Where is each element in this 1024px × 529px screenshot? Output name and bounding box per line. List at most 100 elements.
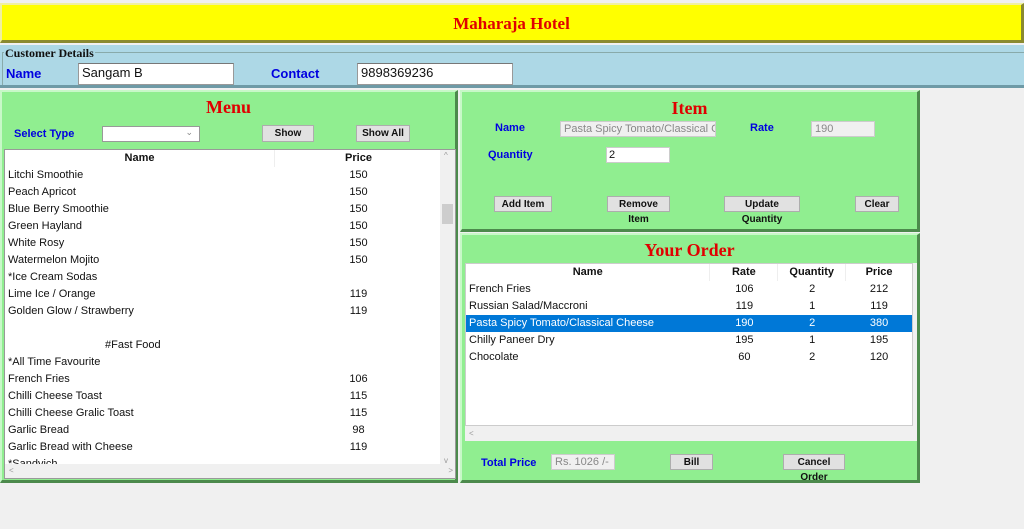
menu-row[interactable]: Golden Glow / Strawberry 119: [5, 303, 455, 320]
menu-row[interactable]: Blue Berry Smoothie 150: [5, 201, 455, 218]
order-row-rate: 60: [738, 351, 751, 363]
order-row-price: 119: [870, 300, 888, 312]
menu-row[interactable]: Lime Ice / Orange 119: [5, 286, 455, 303]
scroll-left-icon[interactable]: <: [469, 429, 474, 438]
menu-row-price: 119: [349, 305, 368, 317]
scroll-right-icon[interactable]: >: [448, 466, 453, 475]
menu-row-price: 150: [349, 186, 368, 198]
order-row-qty: 2: [809, 351, 816, 363]
contact-input[interactable]: 9898369236: [357, 63, 513, 85]
menu-row-name: Chilli Cheese Gralic Toast: [8, 407, 134, 419]
order-row[interactable]: Russian Salad/Maccroni 119 1 119: [466, 298, 912, 315]
menu-row[interactable]: Peach Apricot 150: [5, 184, 455, 201]
menu-row-name: Lime Ice / Orange: [8, 288, 96, 300]
menu-col-price[interactable]: Price: [275, 150, 442, 167]
order-row-qty: 2: [809, 317, 816, 329]
menu-row[interactable]: *Ice Cream Sodas: [5, 269, 455, 286]
clear-button[interactable]: Clear: [855, 196, 899, 212]
menu-row[interactable]: #Fast Food: [5, 337, 455, 354]
menu-row-price: [275, 337, 442, 354]
order-table-body: Name Rate Quantity Price French Fries 106…: [465, 263, 913, 426]
menu-vertical-scrollbar[interactable]: ^ v: [440, 150, 455, 466]
menu-row-price: 150: [349, 169, 368, 181]
cancel-order-button[interactable]: Cancel Order: [783, 454, 845, 483]
order-row-price: 212: [869, 283, 889, 295]
order-row[interactable]: Pasta Spicy Tomato/Classical Cheese 190 2 3…: [466, 315, 912, 332]
add-item-button[interactable]: Add Item: [494, 196, 552, 212]
order-row-name: French Fries: [469, 283, 531, 295]
order-row-name: Russian Salad/Maccroni: [469, 300, 588, 312]
menu-row-name: *Ice Cream Sodas: [8, 271, 98, 283]
order-row[interactable]: Chocolate 60 2 120: [466, 349, 912, 366]
menu-row[interactable]: [5, 320, 455, 337]
menu-row[interactable]: Watermelon Mojito 150: [5, 252, 455, 269]
customer-name-input[interactable]: Sangam B: [78, 63, 234, 85]
order-table-header: Name Rate Quantity Price: [466, 264, 912, 281]
total-price-label: Total Price: [481, 457, 537, 469]
menu-row-name: Garlic Bread with Cheese: [8, 441, 133, 453]
menu-row-price: 115: [349, 390, 368, 402]
menu-row-price: [275, 269, 442, 286]
remove-item-button[interactable]: Remove Item: [607, 196, 670, 225]
menu-row-name: Green Hayland: [8, 220, 82, 232]
menu-horizontal-scrollbar[interactable]: < >: [5, 464, 455, 478]
customer-name-label: Name: [6, 66, 42, 81]
menu-row[interactable]: Chilli Cheese Toast 115: [5, 388, 455, 405]
order-row-qty: 1: [809, 300, 816, 312]
order-rows: French Fries 106 2 212 Russian Salad/Maccron…: [466, 281, 912, 366]
menu-row[interactable]: Garlic Bread 98: [5, 422, 455, 439]
menu-row-price: 115: [349, 407, 368, 419]
item-name-field[interactable]: Pasta Spicy Tomato/Classical C: [560, 121, 716, 137]
scroll-left-icon[interactable]: <: [9, 466, 14, 475]
menu-row[interactable]: Litchi Smoothie 150: [5, 167, 455, 184]
menu-row-name: Chilli Cheese Toast: [8, 390, 102, 402]
menu-row-price: 119: [349, 288, 368, 300]
menu-row-price: 150: [349, 254, 368, 266]
menu-row[interactable]: Garlic Bread with Cheese 119: [5, 439, 455, 456]
scroll-up-icon[interactable]: ^: [444, 151, 448, 160]
select-type-dropdown[interactable]: ⌄: [102, 126, 200, 142]
menu-row-name: White Rosy: [8, 237, 65, 249]
order-col-price[interactable]: Price: [846, 264, 912, 281]
contact-label: Contact: [271, 66, 320, 81]
bill-button[interactable]: Bill: [670, 454, 713, 470]
show-all-button[interactable]: Show All: [356, 125, 410, 142]
menu-col-name[interactable]: Name: [5, 150, 275, 167]
menu-table: Name Price Litchi Smoothie 150 Peach Apric…: [4, 149, 456, 479]
order-row-name: Chocolate: [469, 351, 519, 363]
order-title: Your Order: [644, 240, 735, 260]
order-row-price: 380: [869, 317, 889, 329]
menu-row[interactable]: *All Time Favourite: [5, 354, 455, 371]
order-horizontal-scrollbar[interactable]: <: [465, 427, 917, 441]
order-row-price: 195: [869, 334, 889, 346]
order-row-rate: 195: [735, 334, 754, 346]
item-rate-field[interactable]: 190: [811, 121, 875, 137]
menu-row[interactable]: White Rosy 150: [5, 235, 455, 252]
total-price-field[interactable]: Rs. 1026 /-: [551, 454, 615, 470]
menu-row[interactable]: Chilli Cheese Gralic Toast 115: [5, 405, 455, 422]
order-col-quantity[interactable]: Quantity: [778, 264, 847, 281]
order-col-rate[interactable]: Rate: [710, 264, 779, 281]
order-row[interactable]: Chilly Paneer Dry 195 1 195: [466, 332, 912, 349]
order-col-name[interactable]: Name: [466, 264, 711, 281]
menu-row[interactable]: French Fries 106: [5, 371, 455, 388]
title-bar: Maharaja Hotel: [0, 3, 1024, 43]
order-row[interactable]: French Fries 106 2 212: [466, 281, 912, 298]
show-button[interactable]: Show: [262, 125, 314, 142]
order-row-rate: 190: [735, 317, 754, 329]
item-name-label: Name: [495, 122, 525, 134]
update-quantity-button[interactable]: Update Quantity: [724, 196, 800, 225]
order-row-qty: 1: [809, 334, 816, 346]
order-panel: Your Order Name Rate Quantity Price Fren…: [460, 233, 920, 483]
quantity-label: Quantity: [488, 149, 533, 161]
menu-row[interactable]: Green Hayland 150: [5, 218, 455, 235]
menu-table-header: Name Price: [5, 150, 442, 167]
order-row-rate: 119: [735, 300, 754, 312]
menu-panel: Menu Select Type ⌄ Show Show All Name Pr…: [0, 90, 458, 483]
chevron-down-icon: ⌄: [185, 127, 193, 137]
order-row-rate: 106: [735, 283, 754, 295]
menu-scroll-thumb[interactable]: [442, 204, 453, 224]
quantity-input[interactable]: 2: [606, 147, 670, 163]
menu-rows: Litchi Smoothie 150 Peach Apricot 150 Blue B…: [5, 167, 455, 473]
customer-details-legend: Customer Details: [4, 46, 95, 61]
